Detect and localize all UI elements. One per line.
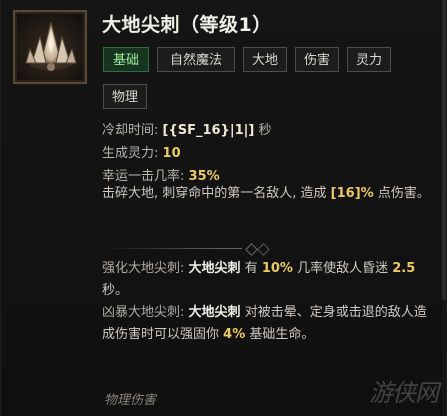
- enhanced-skill-name: 大地尖刺: [188, 261, 241, 276]
- luck-value: 35%: [188, 169, 220, 184]
- tooltip-scrollbar[interactable]: [442, 0, 446, 416]
- description-text-1: 击碎大地, 刺穿命中的第一名敌人, 造成: [102, 186, 327, 201]
- enhanced-duration: 2.5: [392, 261, 416, 276]
- fierce-description: 凶暴大地尖刺: 大地尖刺 对被击晕、定身或击退的敌人造成伤害时可以强固你 4% …: [102, 302, 432, 346]
- enhanced-text-3: 秒。: [102, 283, 129, 298]
- description-text-2: 点伤害。: [377, 186, 430, 201]
- damage-type-label: 物理伤害: [104, 393, 157, 408]
- enhanced-chance: 10%: [261, 261, 293, 276]
- section-divider: [102, 243, 270, 256]
- enhanced-text-1: 有: [244, 261, 258, 276]
- enhanced-text-2: 几率使敌人昏迷: [297, 261, 389, 276]
- divider-diamond-secondary: [257, 243, 270, 256]
- fierce-text-2: 基础生命。: [249, 327, 315, 342]
- tag-nature-magic: 自然魔法: [157, 47, 235, 72]
- skill-description: 击碎大地, 刺穿命中的第一名敌人, 造成 [16]% 点伤害。: [102, 183, 432, 205]
- luck-label: 幸运一击几率:: [102, 169, 185, 184]
- spirit-label: 生成灵力:: [102, 146, 159, 161]
- earth-spike-glyph: [25, 21, 77, 71]
- damage-value: [16]%: [330, 186, 374, 201]
- divider-line: [102, 248, 242, 249]
- cooldown-label: 冷却时间:: [102, 123, 159, 138]
- tooltip-scroll-thumb[interactable]: [442, 0, 446, 300]
- tag-spirit: 灵力: [347, 47, 391, 72]
- spirit-stat: 生成灵力: 10: [102, 142, 181, 161]
- tag-earth: 大地: [243, 47, 287, 72]
- enhancement-description: 强化大地尖刺: 大地尖刺 有 10% 几率使敌人昏迷 2.5 秒。: [102, 258, 432, 302]
- enhanced-label: 强化大地尖刺:: [102, 261, 185, 276]
- fierce-label: 凶暴大地尖刺:: [102, 305, 185, 320]
- fierce-skill-name: 大地尖刺: [188, 305, 241, 320]
- cooldown-value: [{SF_16}|1|]: [162, 123, 255, 138]
- spirit-value: 10: [162, 146, 181, 161]
- watermark-logo: 游侠网: [369, 379, 439, 407]
- tag-basic: 基础: [103, 47, 149, 72]
- cooldown-unit: 秒: [258, 123, 272, 138]
- fierce-value: 4%: [223, 327, 246, 342]
- skill-title: 大地尖刺（等级1）: [102, 14, 272, 36]
- tag-physical: 物理: [103, 84, 147, 109]
- tag-damage: 伤害: [295, 47, 339, 72]
- divider-diamond: [245, 243, 258, 256]
- luck-stat: 幸运一击几率: 35%: [102, 165, 220, 184]
- cooldown-stat: 冷却时间: [{SF_16}|1|] 秒: [102, 119, 271, 138]
- earth-spike-icon: [13, 10, 87, 84]
- skill-tooltip: 大地尖刺（等级1） 基础 自然魔法 大地 伤害 灵力 物理 冷却时间: [{SF…: [0, 0, 447, 416]
